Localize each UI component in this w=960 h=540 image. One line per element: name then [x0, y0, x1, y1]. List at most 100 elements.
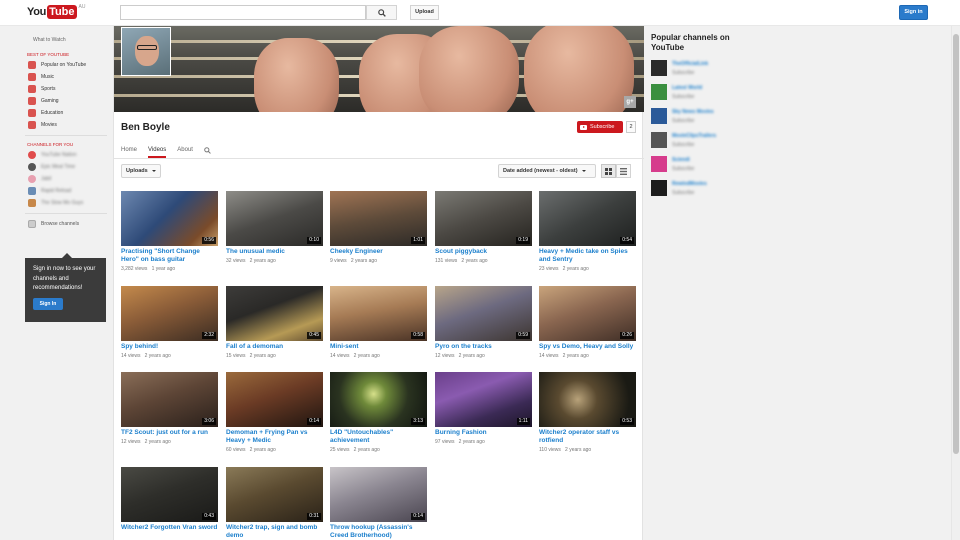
video-item[interactable]: 0:45 Fall of a demoman 15 views 2 years … [226, 286, 324, 359]
popular-channel-name[interactable]: RewindMovies [672, 181, 707, 187]
channel-search-button[interactable] [204, 142, 212, 158]
video-thumbnail[interactable]: 0:56 [121, 191, 218, 246]
sign-in-button[interactable]: Sign in [899, 5, 928, 20]
video-title[interactable]: Spy behind! [121, 343, 219, 351]
guide-item-movies[interactable]: Movies [25, 119, 107, 131]
video-thumbnail[interactable]: 0:19 [435, 191, 532, 246]
video-title[interactable]: Pyro on the tracks [435, 343, 533, 351]
google-plus-icon[interactable]: g+ [624, 96, 636, 108]
video-title[interactable]: Spy vs Demo, Heavy and Solly [539, 343, 637, 351]
video-item[interactable]: 0:19 Scout piggyback 131 views 2 years a… [435, 191, 533, 264]
popular-channel-name[interactable]: Latest World [672, 85, 702, 91]
tab-about[interactable]: About [177, 142, 193, 158]
video-item[interactable]: 0:58 Mini-sent 14 views 2 years ago [330, 286, 428, 359]
video-title[interactable]: Witcher2 Forgotten Vran sword [121, 524, 219, 532]
video-thumbnail[interactable]: 0:45 [226, 286, 323, 341]
popular-channel-name[interactable]: Sky News Movies [672, 109, 714, 115]
video-item[interactable]: 0:53 Witcher2 operator staff vs rotfiend… [539, 372, 637, 453]
video-item[interactable]: 0:54 Heavy + Medic take on Spies and Sen… [539, 191, 637, 272]
tab-videos[interactable]: Videos [148, 142, 167, 158]
subscribe-button[interactable]: Subscribe [577, 121, 623, 133]
page-scrollbar[interactable] [951, 26, 960, 540]
search-input[interactable] [120, 5, 366, 20]
signin-prompt-button[interactable]: Sign In [33, 298, 63, 310]
popular-channel-subscribe[interactable]: Subscribe [672, 118, 714, 124]
video-thumbnail[interactable]: 3:13 [330, 372, 427, 427]
video-title[interactable]: TF2 Scout: just out for a run [121, 429, 219, 437]
video-title[interactable]: Scout piggyback [435, 248, 533, 256]
video-thumbnail[interactable]: 0:14 [330, 467, 427, 522]
popular-channel-name[interactable]: Sciendi [672, 157, 694, 163]
channel-avatar[interactable] [651, 132, 667, 148]
guide-item-gaming[interactable]: Gaming [25, 95, 107, 107]
channel-avatar[interactable] [651, 60, 667, 76]
video-thumbnail[interactable]: 0:14 [226, 372, 323, 427]
video-thumbnail[interactable]: 0:43 [121, 467, 218, 522]
youtube-logo[interactable]: You Tube AU [27, 4, 85, 20]
popular-channel-name[interactable]: MovieClipsTrailers [672, 133, 716, 139]
video-thumbnail[interactable]: 0:59 [435, 286, 532, 341]
guide-item-music[interactable]: Music [25, 71, 107, 83]
video-item[interactable]: 3:13 L4D "Untouchables" achievement 25 v… [330, 372, 428, 453]
guide-channel-item[interactable]: Jabil [25, 173, 107, 185]
video-thumbnail[interactable]: 0:31 [226, 467, 323, 522]
video-thumbnail[interactable]: 1:11 [435, 372, 532, 427]
video-thumbnail[interactable]: 0:53 [539, 372, 636, 427]
channel-avatar[interactable] [121, 27, 171, 76]
popular-channel-item[interactable]: MovieClipsTrailers Subscribe [651, 131, 741, 149]
guide-item-sports[interactable]: Sports [25, 83, 107, 95]
video-item[interactable]: 2:32 Spy behind! 14 views 2 years ago [121, 286, 219, 359]
video-item[interactable]: 0:59 Pyro on the tracks 12 views 2 years… [435, 286, 533, 359]
popular-channel-item[interactable]: Sciendi Subscribe [651, 155, 741, 173]
video-item[interactable]: 0:10 The unusual medic 32 views 2 years … [226, 191, 324, 264]
video-title[interactable]: The unusual medic [226, 248, 324, 256]
grid-view-button[interactable] [601, 164, 616, 178]
video-item[interactable]: 0:26 Spy vs Demo, Heavy and Solly 14 vie… [539, 286, 637, 359]
popular-channel-subscribe[interactable]: Subscribe [672, 142, 716, 148]
video-title[interactable]: Demoman + Frying Pan vs Heavy + Medic [226, 429, 324, 445]
upload-button[interactable]: Upload [410, 5, 439, 20]
video-title[interactable]: Witcher2 operator staff vs rotfiend [539, 429, 637, 445]
popular-channel-subscribe[interactable]: Subscribe [672, 94, 702, 100]
video-thumbnail[interactable]: 2:32 [121, 286, 218, 341]
what-to-watch-link[interactable]: What to Watch [25, 34, 107, 46]
video-title[interactable]: Fall of a demoman [226, 343, 324, 351]
video-title[interactable]: Heavy + Medic take on Spies and Sentry [539, 248, 637, 264]
guide-item-education[interactable]: Education [25, 107, 107, 119]
guide-item-popular[interactable]: Popular on YouTube [25, 59, 107, 71]
tab-home[interactable]: Home [121, 142, 137, 158]
video-item[interactable]: 0:31 Witcher2 trap, sign and bomb demo [226, 467, 324, 540]
popular-channel-subscribe[interactable]: Subscribe [672, 190, 707, 196]
popular-channel-item[interactable]: Latest World Subscribe [651, 83, 741, 101]
video-thumbnail[interactable]: 3:06 [121, 372, 218, 427]
uploads-dropdown[interactable]: Uploads [121, 164, 161, 178]
video-thumbnail[interactable]: 0:54 [539, 191, 636, 246]
video-title[interactable]: Practising "Short Change Hero" on bass g… [121, 248, 219, 264]
browse-channels-link[interactable]: Browse channels [25, 218, 107, 230]
sort-dropdown[interactable]: Date added (newest - oldest) [498, 164, 596, 178]
popular-channel-subscribe[interactable]: Subscribe [672, 70, 708, 76]
video-item[interactable]: 3:06 TF2 Scout: just out for a run 12 vi… [121, 372, 219, 445]
video-title[interactable]: Throw hookup (Assassin's Creed Brotherho… [330, 524, 428, 540]
video-item[interactable]: 0:14 Demoman + Frying Pan vs Heavy + Med… [226, 372, 324, 453]
scrollbar-thumb[interactable] [953, 34, 959, 454]
channel-avatar[interactable] [651, 108, 667, 124]
popular-channel-item[interactable]: RewindMovies Subscribe [651, 179, 741, 197]
guide-channel-item[interactable]: Epic Meal Time [25, 161, 107, 173]
popular-channel-item[interactable]: TheOfficialLink Subscribe [651, 59, 741, 77]
video-thumbnail[interactable]: 0:58 [330, 286, 427, 341]
video-item[interactable]: 0:14 Throw hookup (Assassin's Creed Brot… [330, 467, 428, 540]
popular-channel-item[interactable]: Sky News Movies Subscribe [651, 107, 741, 125]
video-title[interactable]: Witcher2 trap, sign and bomb demo [226, 524, 324, 540]
video-title[interactable]: Mini-sent [330, 343, 428, 351]
video-item[interactable]: 1:11 Burning Fashion 97 views 2 years ag… [435, 372, 533, 445]
video-title[interactable]: Cheeky Engineer [330, 248, 428, 256]
channel-avatar[interactable] [651, 84, 667, 100]
channel-avatar[interactable] [651, 156, 667, 172]
video-thumbnail[interactable]: 0:26 [539, 286, 636, 341]
video-title[interactable]: Burning Fashion [435, 429, 533, 437]
video-item[interactable]: 0:56 Practising "Short Change Hero" on b… [121, 191, 219, 272]
guide-channel-item[interactable]: The Slow Mo Guys [25, 197, 107, 209]
popular-channel-subscribe[interactable]: Subscribe [672, 166, 694, 172]
video-title[interactable]: L4D "Untouchables" achievement [330, 429, 428, 445]
